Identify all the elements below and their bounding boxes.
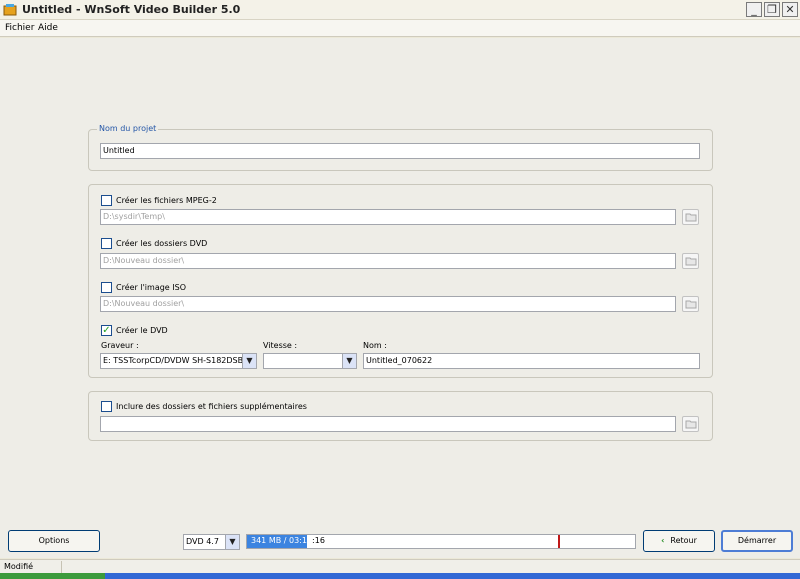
window-title: Untitled - WnSoft Video Builder 5.0	[22, 3, 241, 16]
capacity-bar: 341 MB / 03:16:16	[246, 534, 636, 549]
chevron-down-icon[interactable]: ▼	[342, 354, 356, 368]
capacity-highlighted: 341 MB / 03:16	[251, 536, 313, 545]
capacity-text: 341 MB / 03:16:16	[251, 536, 325, 545]
project-legend: Nom du projet	[97, 124, 159, 133]
burner-label: Graveur :	[101, 341, 139, 350]
extras-checkbox[interactable]	[101, 401, 112, 412]
maximize-button[interactable]: ❐	[764, 2, 780, 17]
chevron-down-icon[interactable]: ▼	[225, 535, 239, 549]
disc-name-label: Nom :	[363, 341, 387, 350]
back-arrow-icon: ‹	[661, 536, 665, 545]
extras-option[interactable]: Inclure des dossiers et fichiers supplém…	[101, 401, 501, 414]
dvd-folders-browse-button[interactable]	[682, 253, 699, 269]
back-button-label: Retour	[670, 536, 697, 545]
extras-browse-button[interactable]	[682, 416, 699, 432]
iso-option[interactable]: Créer l'image ISO	[101, 282, 401, 295]
chevron-down-icon[interactable]: ▼	[242, 354, 256, 368]
status-separator	[61, 561, 62, 573]
folder-icon	[685, 257, 697, 266]
speed-label: Vitesse :	[263, 341, 298, 350]
iso-path-input[interactable]: D:\Nouveau dossier\	[100, 296, 676, 312]
mpeg2-browse-button[interactable]	[682, 209, 699, 225]
capacity-rest: :16	[312, 536, 325, 545]
iso-label: Créer l'image ISO	[116, 283, 186, 292]
dvd-folders-option[interactable]: Créer les dossiers DVD	[101, 238, 401, 251]
dvd-folders-label: Créer les dossiers DVD	[116, 239, 208, 248]
mpeg2-label: Créer les fichiers MPEG-2	[116, 196, 217, 205]
burner-select-value: E: TSSTcorpCD/DVDW SH-S182DSB0	[103, 356, 249, 365]
project-name-input[interactable]: Untitled	[100, 143, 700, 159]
menu-file[interactable]: Fichier	[5, 23, 34, 33]
taskbar	[0, 573, 800, 579]
close-button[interactable]: ✕	[782, 2, 798, 17]
folder-icon	[685, 420, 697, 429]
start-menu-button[interactable]	[0, 573, 105, 579]
folder-icon	[685, 300, 697, 309]
disc-name-input[interactable]: Untitled_070622	[363, 353, 700, 369]
burn-dvd-option[interactable]: ✓ Créer le DVD	[101, 325, 401, 338]
app-icon	[3, 4, 17, 16]
mpeg2-path-input[interactable]: D:\sysdir\Temp\	[100, 209, 676, 225]
extras-label: Inclure des dossiers et fichiers supplém…	[116, 402, 307, 411]
disc-type-select[interactable]: DVD 4.7 ▼	[183, 534, 240, 550]
speed-select[interactable]: ▼	[263, 353, 357, 369]
capacity-limit-marker	[558, 535, 560, 548]
folder-icon	[685, 213, 697, 222]
extras-path-input[interactable]	[100, 416, 676, 432]
iso-checkbox[interactable]	[101, 282, 112, 293]
start-button[interactable]: Démarrer	[721, 530, 793, 552]
status-text: Modifié	[4, 562, 34, 571]
disc-type-value: DVD 4.7	[186, 537, 219, 546]
dvd-folders-path-input[interactable]: D:\Nouveau dossier\	[100, 253, 676, 269]
status-bar: Modifié	[0, 559, 800, 573]
burn-dvd-checkbox[interactable]: ✓	[101, 325, 112, 336]
mpeg2-checkbox[interactable]	[101, 195, 112, 206]
mpeg2-option[interactable]: Créer les fichiers MPEG-2	[101, 195, 401, 208]
dvd-folders-checkbox[interactable]	[101, 238, 112, 249]
back-button[interactable]: ‹ Retour	[643, 530, 715, 552]
burner-select[interactable]: E: TSSTcorpCD/DVDW SH-S182DSB0 ▼	[100, 353, 257, 369]
burn-dvd-label: Créer le DVD	[116, 326, 168, 335]
minimize-button[interactable]: _	[746, 2, 762, 17]
options-button[interactable]: Options	[8, 530, 100, 552]
iso-browse-button[interactable]	[682, 296, 699, 312]
menu-bar: Fichier Aide	[0, 20, 800, 37]
title-bar: Untitled - WnSoft Video Builder 5.0 _ ❐ …	[0, 0, 800, 20]
menu-help[interactable]: Aide	[38, 23, 58, 33]
